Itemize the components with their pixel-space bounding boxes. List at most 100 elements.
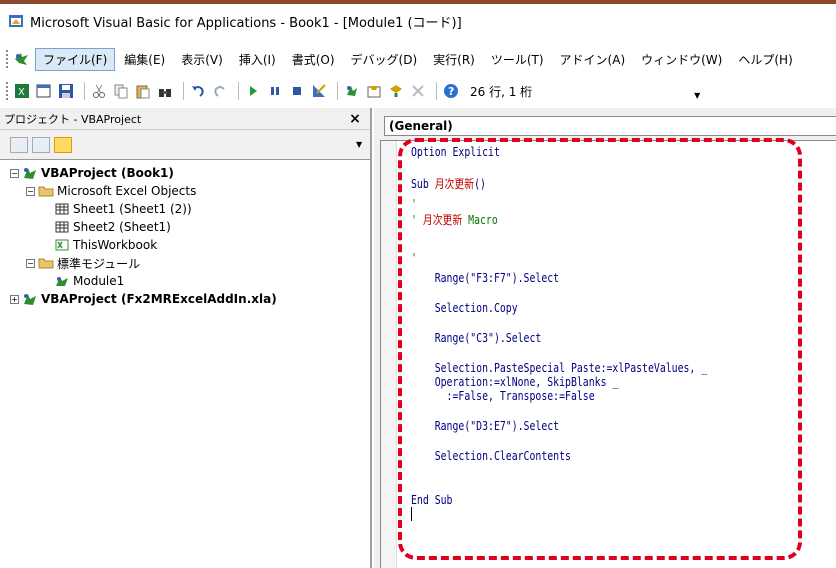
- code-line-paste-special: Selection.PasteSpecial Paste:=xlPasteVal…: [411, 361, 708, 375]
- properties-window-icon[interactable]: [365, 82, 383, 100]
- insert-userform-icon[interactable]: [35, 82, 53, 100]
- worksheet-icon: [54, 220, 70, 234]
- tree-item-label: 標準モジュール: [57, 256, 141, 271]
- cursor-position-status: 26 行, 1 桁: [470, 84, 533, 99]
- toolbar-separator: [84, 82, 85, 100]
- save-icon[interactable]: [57, 82, 75, 100]
- menu-debug[interactable]: デバッグ(D): [344, 49, 425, 70]
- toolbar-separator: [238, 82, 239, 100]
- object-browser-icon[interactable]: [387, 82, 405, 100]
- menu-file[interactable]: ファイル(F): [35, 47, 116, 71]
- design-mode-icon[interactable]: [310, 82, 328, 100]
- tree-item-label: Sheet1 (Sheet1 (2)): [73, 202, 192, 216]
- menu-window[interactable]: ウィンドウ(W): [634, 49, 729, 70]
- project-explorer-close-button[interactable]: ×: [346, 111, 364, 127]
- code-comment-quote: ': [411, 213, 423, 227]
- code-line-comment: ': [411, 197, 417, 211]
- code-editor[interactable]: Option Explicit Sub 月次更新() ' ' 月次更新 Macr…: [380, 140, 836, 568]
- menu-tools[interactable]: ツール(T): [484, 49, 551, 70]
- worksheet-icon: [54, 202, 70, 216]
- menu-edit[interactable]: 編集(E): [117, 49, 172, 70]
- menu-bar: ファイル(F) 編集(E) 表示(V) 挿入(I) 書式(O) デバッグ(D) …: [0, 46, 836, 72]
- collapse-icon[interactable]: −: [10, 168, 19, 178]
- project-explorer-title: プロジェクト - VBAProject: [4, 112, 142, 126]
- menu-view[interactable]: 表示(V): [174, 49, 230, 70]
- toolbar-separator: [436, 82, 437, 100]
- code-line-sub-declaration: Sub 月次更新(): [411, 175, 486, 192]
- object-combobox[interactable]: (General): [384, 116, 836, 136]
- code-comment-name: 月次更新: [422, 213, 463, 227]
- tree-item-label: Module1: [73, 274, 125, 288]
- project-explorer-panel: プロジェクト - VBAProject × ▼ − VBAProject (Bo…: [0, 108, 372, 568]
- menu-run[interactable]: 実行(R): [426, 49, 482, 70]
- tree-item-thisworkbook[interactable]: ThisWorkbook: [4, 236, 370, 254]
- code-paren: (): [474, 177, 486, 191]
- cut-icon[interactable]: [90, 82, 108, 100]
- break-icon[interactable]: [266, 82, 284, 100]
- code-comment-rest: Macro: [462, 213, 498, 227]
- view-object-icon[interactable]: [32, 136, 50, 153]
- vba-app-icon: [8, 13, 24, 29]
- menu-insert[interactable]: 挿入(I): [232, 49, 283, 70]
- collapse-icon[interactable]: −: [26, 258, 35, 268]
- redo-icon[interactable]: [211, 82, 229, 100]
- view-excel-icon[interactable]: X: [13, 82, 31, 100]
- code-line-range-f3f7: Range("F3:F7").Select: [411, 271, 560, 285]
- svg-text:?: ?: [448, 85, 454, 98]
- find-icon[interactable]: [156, 82, 174, 100]
- tree-item-vbaproject-book1[interactable]: − VBAProject (Book1): [4, 164, 370, 182]
- undo-icon[interactable]: [189, 82, 207, 100]
- vbaproject-icon: [22, 292, 38, 306]
- toggle-folders-icon[interactable]: [54, 136, 72, 153]
- code-line-paste-operation: Operation:=xlNone, SkipBlanks _: [411, 375, 619, 389]
- code-line-option-explicit: Option Explicit: [411, 145, 500, 159]
- reset-icon[interactable]: [288, 82, 306, 100]
- code-margin-indicator-bar[interactable]: [381, 141, 397, 568]
- folder-icon: [38, 184, 54, 198]
- view-code-icon[interactable]: [10, 136, 28, 153]
- menu-format[interactable]: 書式(O): [285, 49, 342, 70]
- menu-help[interactable]: ヘルプ(H): [731, 49, 799, 70]
- project-tree: − VBAProject (Book1) − Microsoft Excel O…: [0, 160, 370, 308]
- project-explorer-tools: ▼: [0, 130, 370, 160]
- tree-item-vbaproject-addin[interactable]: + VBAProject (Fx2MRExcelAddIn.xla): [4, 290, 370, 308]
- run-icon[interactable]: [244, 82, 262, 100]
- help-icon[interactable]: ?: [442, 82, 460, 100]
- toolbox-icon[interactable]: [409, 82, 427, 100]
- tree-item-label: ThisWorkbook: [73, 238, 158, 252]
- standard-toolbar: X ? 26 行, 1 桁 ▼: [0, 78, 836, 104]
- code-line-range-d3e7: Range("D3:E7").Select: [411, 419, 560, 433]
- code-keyword: Sub: [411, 177, 435, 191]
- toolbar-grip[interactable]: [6, 82, 9, 100]
- title-bar: Microsoft Visual Basic for Applications …: [0, 4, 836, 38]
- collapse-icon[interactable]: −: [26, 186, 35, 196]
- code-line-clear-contents: Selection.ClearContents: [411, 449, 571, 463]
- paste-icon[interactable]: [134, 82, 152, 100]
- tree-item-label: Sheet2 (Sheet1): [73, 220, 171, 234]
- code-line-selection-copy: Selection.Copy: [411, 301, 518, 315]
- project-tools-scroll-icon[interactable]: ▼: [356, 140, 364, 156]
- window-title: Microsoft Visual Basic for Applications …: [30, 15, 462, 31]
- code-line-range-c3: Range("C3").Select: [411, 331, 542, 345]
- menu-addins[interactable]: アドイン(A): [553, 49, 633, 70]
- module-icon: [54, 274, 70, 288]
- code-line-macro-comment: ' 月次更新 Macro: [411, 211, 498, 228]
- excel-view-icon[interactable]: [13, 50, 31, 68]
- copy-icon[interactable]: [112, 82, 130, 100]
- tree-item-sheet1[interactable]: Sheet1 (Sheet1 (2)): [4, 200, 370, 218]
- tree-item-excel-objects[interactable]: − Microsoft Excel Objects: [4, 182, 370, 200]
- toolbar-separator: [337, 82, 338, 100]
- project-explorer-header: プロジェクト - VBAProject ×: [0, 108, 370, 130]
- menu-grip[interactable]: [6, 50, 9, 68]
- expand-icon[interactable]: +: [10, 294, 19, 304]
- project-explorer-icon[interactable]: [343, 82, 361, 100]
- code-line-comment: ': [411, 251, 417, 265]
- tree-item-label: Microsoft Excel Objects: [57, 184, 197, 198]
- text-cursor: [411, 507, 412, 521]
- toolbar-options-dropdown-icon[interactable]: ▼: [692, 82, 702, 100]
- tree-item-label: VBAProject (Book1): [41, 166, 174, 180]
- tree-item-module1[interactable]: Module1: [4, 272, 370, 290]
- tree-item-standard-modules[interactable]: − 標準モジュール: [4, 254, 370, 272]
- tree-item-sheet2[interactable]: Sheet2 (Sheet1): [4, 218, 370, 236]
- toolbar-separator: [183, 82, 184, 100]
